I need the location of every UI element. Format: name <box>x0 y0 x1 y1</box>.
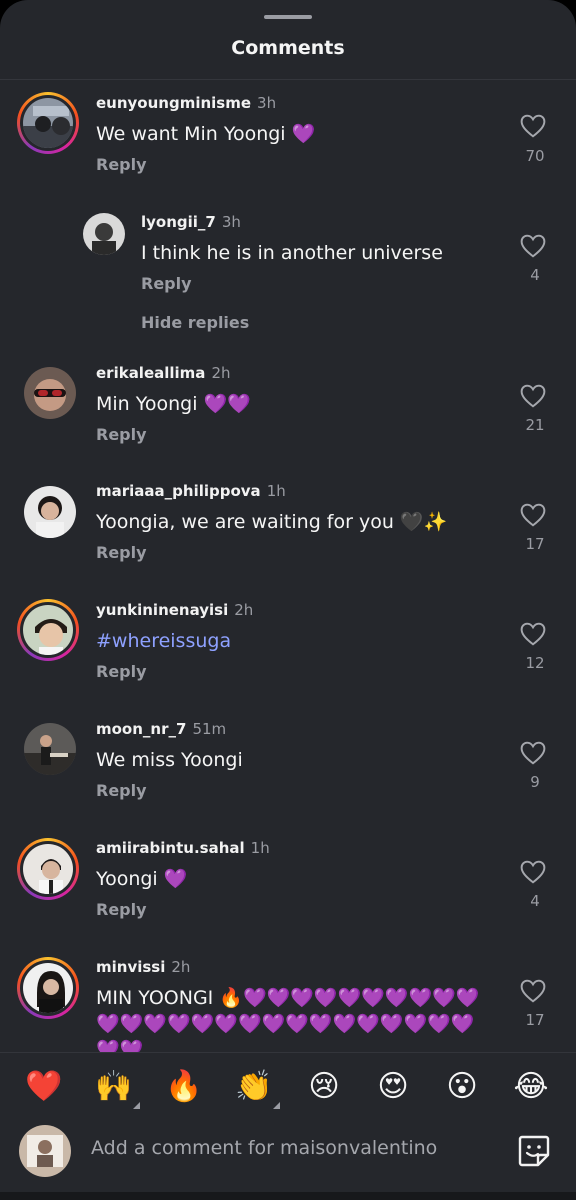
like-count: 21 <box>525 416 545 434</box>
comment-text: We miss Yoongi <box>96 749 243 771</box>
reaction-laughing[interactable]: 😂 <box>508 1067 554 1107</box>
comment-username[interactable]: moon_nr_7 <box>96 720 186 738</box>
avatar-story-ring[interactable] <box>17 838 79 900</box>
reply-button[interactable]: Reply <box>96 900 147 919</box>
comment-meta: mariaaa_philippova 1h <box>96 482 286 500</box>
comment-time: 3h <box>257 94 277 112</box>
comment-time: 3h <box>221 213 241 231</box>
avatar-story-ring[interactable] <box>17 957 79 1019</box>
comment-username[interactable]: yunkininenayisi <box>96 601 228 619</box>
reply-button[interactable]: Reply <box>96 425 147 444</box>
comment-time: 1h <box>266 482 286 500</box>
avatar[interactable] <box>24 367 76 419</box>
like-count: 9 <box>530 773 540 791</box>
heart-outline-icon <box>520 860 546 884</box>
hashtag-link[interactable]: #whereissuga <box>96 628 231 654</box>
like-count: 12 <box>525 654 545 672</box>
reaction-label: 👏 <box>235 1069 273 1104</box>
comment-username[interactable]: mariaaa_philippova <box>96 482 261 500</box>
like-count: 70 <box>525 147 545 165</box>
like-button[interactable] <box>520 503 550 529</box>
like-button[interactable] <box>520 979 550 1005</box>
comments-sheet: Comments eunyoungminisme 3h We want Min Y… <box>0 0 576 1200</box>
like-button[interactable] <box>520 114 550 140</box>
heart-outline-icon <box>520 741 546 765</box>
heart-outline-icon <box>520 979 546 1003</box>
comment-meta: amiirabintu.sahal 1h <box>96 839 270 857</box>
comment-text: We want Min Yoongi 💜 <box>96 123 316 145</box>
reaction-fire[interactable]: 🔥 <box>161 1067 207 1107</box>
comment-text: I think he is in another universe <box>141 242 443 264</box>
comment-time: 2h <box>171 958 191 976</box>
reply-button[interactable]: Reply <box>96 662 147 681</box>
reaction-crying[interactable]: 😢 <box>301 1067 347 1107</box>
avatar[interactable] <box>83 213 125 255</box>
reaction-surprised[interactable]: 😮 <box>439 1067 485 1107</box>
comment-text: Min Yoongi 💜💜 <box>96 393 251 415</box>
avatar <box>23 98 73 148</box>
avatar-story-ring[interactable] <box>17 599 79 661</box>
comment-time: 51m <box>192 720 227 738</box>
comment-username[interactable]: amiirabintu.sahal <box>96 839 245 857</box>
reaction-heart[interactable]: ❤️ <box>21 1067 67 1107</box>
comment-text: Yoongi 💜 <box>96 868 188 890</box>
heart-outline-icon <box>520 622 546 646</box>
comment-text: Yoongia, we are waiting for you 🖤✨ <box>96 511 448 533</box>
reply-button[interactable]: Reply <box>96 781 147 800</box>
comment-username[interactable]: minvissi <box>96 958 165 976</box>
like-count: 17 <box>525 535 545 553</box>
like-count: 4 <box>530 892 540 910</box>
reply-button[interactable]: Reply <box>141 274 192 293</box>
sticker-icon <box>518 1135 550 1167</box>
like-button[interactable] <box>520 384 550 410</box>
comment-meta: lyongii_7 3h <box>141 213 241 231</box>
avatar[interactable] <box>24 486 76 538</box>
heart-outline-icon <box>520 384 546 408</box>
like-button[interactable] <box>520 234 550 260</box>
comment-time: 1h <box>250 839 270 857</box>
like-count: 17 <box>525 1011 545 1029</box>
comment-meta: yunkininenayisi 2h <box>96 601 253 619</box>
reaction-clap[interactable]: 👏 <box>231 1067 280 1109</box>
avatar <box>23 963 73 1013</box>
comment-composer-bar: ❤️ 🙌 🔥 👏 😢 😍 😮 😂 Add a comment for maiso… <box>0 1052 576 1200</box>
sticker-button[interactable] <box>516 1133 552 1169</box>
header-divider <box>0 79 576 80</box>
reply-button[interactable]: Reply <box>96 543 147 562</box>
skin-tone-indicator <box>273 1102 280 1109</box>
comment-username[interactable]: eunyoungminisme <box>96 94 251 112</box>
avatar-story-ring[interactable] <box>17 92 79 154</box>
reaction-raised-hands[interactable]: 🙌 <box>91 1067 140 1109</box>
comment-username[interactable]: lyongii_7 <box>141 213 216 231</box>
comment-meta: moon_nr_7 51m <box>96 720 226 738</box>
comment-input[interactable]: Add a comment for maisonvalentino <box>91 1137 437 1159</box>
like-count: 4 <box>530 266 540 284</box>
page-title: Comments <box>231 37 345 59</box>
avatar[interactable] <box>24 723 76 775</box>
comment-meta: minvissi 2h <box>96 958 190 976</box>
reply-button[interactable]: Reply <box>96 155 147 174</box>
comment-username[interactable]: erikaleallima <box>96 364 205 382</box>
reaction-heart-eyes[interactable]: 😍 <box>370 1067 416 1107</box>
avatar <box>23 844 73 894</box>
heart-outline-icon <box>520 234 546 258</box>
hide-replies-button[interactable]: Hide replies <box>141 313 249 332</box>
comment-meta: eunyoungminisme 3h <box>96 94 276 112</box>
heart-outline-icon <box>520 114 546 138</box>
comment-meta: erikaleallima 2h <box>96 364 231 382</box>
skin-tone-indicator <box>133 1102 140 1109</box>
reaction-label: 🙌 <box>95 1069 133 1104</box>
avatar <box>23 605 73 655</box>
like-button[interactable] <box>520 622 550 648</box>
comment-time: 2h <box>211 364 231 382</box>
system-nav-strip <box>0 1192 576 1200</box>
heart-outline-icon <box>520 503 546 527</box>
drag-handle[interactable] <box>264 15 312 19</box>
like-button[interactable] <box>520 860 550 886</box>
current-user-avatar <box>19 1125 71 1177</box>
like-button[interactable] <box>520 741 550 767</box>
comment-time: 2h <box>234 601 254 619</box>
quick-reaction-row: ❤️ 🙌 🔥 👏 😢 😍 😮 😂 <box>0 1067 576 1111</box>
